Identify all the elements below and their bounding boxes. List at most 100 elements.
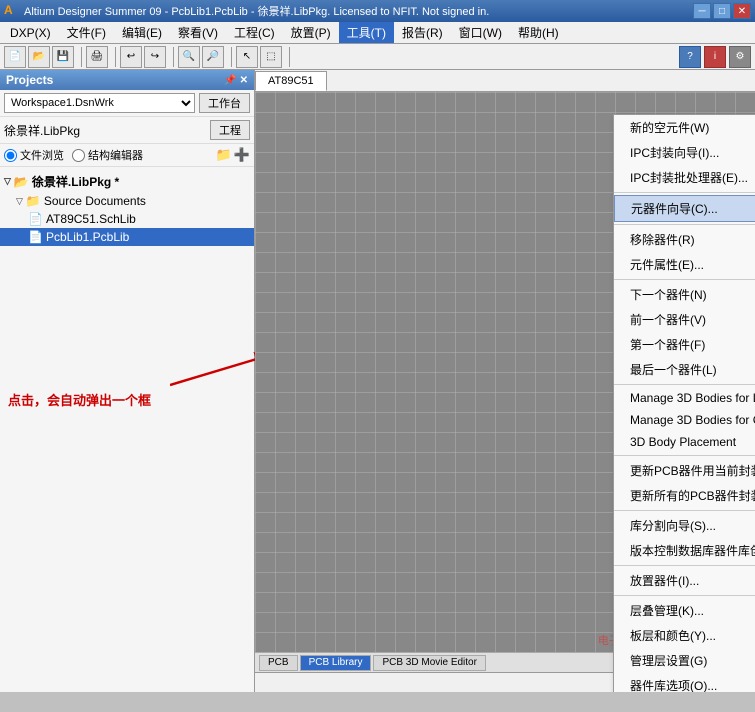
toolbar-zoom-in[interactable]: 🔍: [178, 46, 200, 68]
menu-tools[interactable]: 工具(T): [339, 22, 394, 43]
menu-update-all-pcb[interactable]: 更新所有的PCB器件封装(A): [614, 483, 755, 508]
menu-ipc-wizard[interactable]: IPC封装向导(I)...: [614, 140, 755, 165]
close-button[interactable]: ✕: [733, 3, 751, 19]
toolbar-config-btn[interactable]: ⚙: [729, 46, 751, 68]
menu-manage-3d-lib[interactable]: Manage 3D Bodies for Library...: [614, 387, 755, 409]
workspace-row: Workspace1.DsnWrk 工作台: [0, 90, 254, 117]
menu-place[interactable]: 放置(P): [283, 22, 339, 43]
expand-source-icon: ▽: [16, 196, 23, 207]
toolbar-open[interactable]: 📂: [28, 46, 50, 68]
toolbar-print[interactable]: 🖨: [86, 46, 108, 68]
menu-dxp[interactable]: DXP(X): [2, 22, 59, 43]
tree-item-sch-label: AT89C51.SchLib: [46, 212, 136, 226]
tree-item-pcb[interactable]: 📄 PcbLib1.PcbLib: [0, 228, 254, 246]
bottom-tab-pcb[interactable]: PCB: [259, 655, 298, 671]
menu-window[interactable]: 窗口(W): [451, 22, 510, 43]
tree-item-root-label: 徐景祥.LibPkg *: [32, 173, 119, 190]
main-layout: Projects 📌 ✕ Workspace1.DsnWrk 工作台 徐景祥.L…: [0, 70, 755, 692]
panel-header-icons: 📌 ✕: [224, 75, 248, 86]
content-area: AT89C51 新的空元件(W) IPC封装向导(I)... IPC封装批处理器…: [255, 70, 755, 692]
toolbar-zoom-out[interactable]: 🔎: [202, 46, 224, 68]
toolbar-undo[interactable]: ↩: [120, 46, 142, 68]
menu-next-comp[interactable]: 下一个器件(N) Alt+Right: [614, 282, 755, 307]
menu-manage-3d-cur[interactable]: Manage 3D Bodies for Current Component..…: [614, 409, 755, 431]
menu-version-ctrl[interactable]: 版本控制数据库器件库创建器...: [614, 538, 755, 563]
content-tab-pcblib[interactable]: AT89C51: [255, 71, 327, 91]
menu-board-color[interactable]: 板层和颜色(Y)...: [614, 623, 755, 648]
menu-comp-props[interactable]: 元件属性(E)...: [614, 252, 755, 277]
workspace-button[interactable]: 工作台: [199, 93, 250, 113]
menu-reports[interactable]: 报告(R): [394, 22, 451, 43]
menu-help[interactable]: 帮助(H): [510, 22, 567, 43]
tree-item-source-label: Source Documents: [44, 194, 146, 208]
tree-item-source[interactable]: ▽ 📁 Source Documents: [0, 192, 254, 210]
toolbar-sep1: [78, 47, 82, 67]
window-controls: ─ □ ✕: [693, 3, 751, 19]
pcb-file-icon: 📄: [28, 230, 43, 244]
menu-layer-mgmt[interactable]: 层叠管理(K)...: [614, 598, 755, 623]
toolbar-redo[interactable]: ↪: [144, 46, 166, 68]
menu-view[interactable]: 察看(V): [170, 22, 226, 43]
menu-manage-settings[interactable]: 管理层设置(G) ▶: [614, 648, 755, 673]
dropdown-sep4: [614, 384, 755, 385]
toolbar-help-btn[interactable]: ?: [679, 46, 701, 68]
project-button[interactable]: 工程: [210, 120, 250, 140]
struct-editor-radio[interactable]: 结构编辑器: [72, 147, 143, 163]
menu-first-comp[interactable]: 第一个器件(F): [614, 332, 755, 357]
panel-header: Projects 📌 ✕: [0, 70, 254, 90]
toolbar-save[interactable]: 💾: [52, 46, 74, 68]
title-text: Altium Designer Summer 09 - PcbLib1.PcbL…: [24, 3, 693, 19]
panel-pin-icon[interactable]: 📌: [224, 75, 236, 86]
menu-last-comp[interactable]: 最后一个器件(L): [614, 357, 755, 382]
dropdown-sep1: [614, 192, 755, 193]
maximize-button[interactable]: □: [713, 3, 731, 19]
menu-new-blank[interactable]: 新的空元件(W): [614, 115, 755, 140]
panel-title: Projects: [6, 73, 53, 87]
toolbar-info-btn[interactable]: i: [704, 46, 726, 68]
toolbar-deselect[interactable]: ⬚: [260, 46, 282, 68]
file-browse-radio[interactable]: 文件浏览: [4, 147, 64, 163]
view-tab-row: 文件浏览 结构编辑器 📁 ➕: [0, 144, 254, 167]
tree-item-pcb-label: PcbLib1.PcbLib: [46, 230, 129, 244]
project-label: 徐景祥.LibPkg: [4, 122, 206, 139]
menu-split-wizard[interactable]: 库分割向导(S)...: [614, 513, 755, 538]
folder-icon[interactable]: 📁: [216, 147, 232, 163]
bottom-tab-3dmovie[interactable]: PCB 3D Movie Editor: [373, 655, 485, 671]
toolbar-new[interactable]: 📄: [4, 46, 26, 68]
project-tree: ▽ 📂 徐景祥.LibPkg * ▽ 📁 Source Documents 📄 …: [0, 167, 254, 692]
menu-file[interactable]: 文件(F): [59, 22, 114, 43]
source-folder-icon: 📁: [26, 194, 41, 208]
toolbar: 📄 📂 💾 🖨 ↩ ↪ 🔍 🔎 ↖ ⬚ ? i ⚙: [0, 44, 755, 70]
menu-update-pcb[interactable]: 更新PCB器件用当前封装(U): [614, 458, 755, 483]
menu-remove-comp[interactable]: 移除器件(R): [614, 227, 755, 252]
dropdown-sep3: [614, 279, 755, 280]
panel-close-icon[interactable]: ✕: [240, 75, 248, 86]
toolbar-sep5: [286, 47, 290, 67]
toolbar-sep4: [228, 47, 232, 67]
expand-root-icon: ▽: [4, 176, 11, 187]
menu-comp-lib-opts[interactable]: 器件库选项(O)...: [614, 673, 755, 692]
tree-item-sch[interactable]: 📄 AT89C51.SchLib: [0, 210, 254, 228]
menu-project[interactable]: 工程(C): [226, 22, 283, 43]
menu-prev-comp[interactable]: 前一个器件(V) Alt+Left: [614, 307, 755, 332]
workspace-dropdown[interactable]: Workspace1.DsnWrk: [4, 93, 195, 113]
menu-bar: DXP(X) 文件(F) 编辑(E) 察看(V) 工程(C) 放置(P) 工具(…: [0, 22, 755, 44]
menu-edit[interactable]: 编辑(E): [114, 22, 170, 43]
struct-editor-label: 结构编辑器: [88, 147, 143, 163]
menu-3d-placement[interactable]: 3D Body Placement ▶: [614, 431, 755, 453]
dropdown-sep2: [614, 224, 755, 225]
folder-open-icon: 📂: [14, 175, 29, 189]
minimize-button[interactable]: ─: [693, 3, 711, 19]
menu-place-comp[interactable]: 放置器件(I)...: [614, 568, 755, 593]
tree-item-root[interactable]: ▽ 📂 徐景祥.LibPkg *: [0, 171, 254, 192]
dropdown-sep7: [614, 565, 755, 566]
bottom-tab-pcblib[interactable]: PCB Library: [300, 655, 372, 671]
dropdown-sep5: [614, 455, 755, 456]
menu-comp-wizard[interactable]: 元器件向导(C)...: [614, 195, 755, 222]
dropdown-sep8: [614, 595, 755, 596]
toolbar-select[interactable]: ↖: [236, 46, 258, 68]
menu-ipc-batch[interactable]: IPC封装批处理器(E)...: [614, 165, 755, 190]
add-icon[interactable]: ➕: [234, 147, 250, 163]
toolbar-sep2: [112, 47, 116, 67]
app-icon: A: [4, 3, 20, 19]
